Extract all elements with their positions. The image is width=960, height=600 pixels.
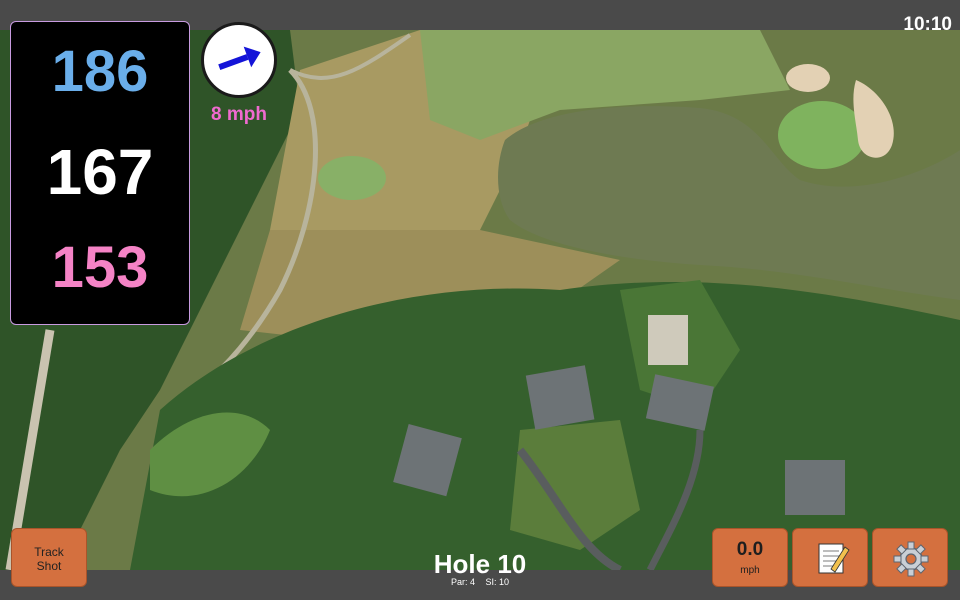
center-yardage: 167	[46, 136, 154, 208]
wind-arrow-icon	[218, 46, 261, 71]
par-label: Par: 4	[450, 577, 475, 587]
notes-button[interactable]	[792, 528, 868, 587]
track-shot-button[interactable]: Track Shot	[11, 528, 87, 587]
settings-button[interactable]	[872, 528, 948, 587]
track-shot-label-2: Shot	[36, 559, 62, 573]
stroke-index-label: SI: 10	[485, 577, 510, 587]
front-yardage: 153	[51, 235, 149, 300]
hole-info: Par: 4 SI: 10	[400, 577, 560, 587]
yardage-panel: 186 167 153	[10, 21, 190, 325]
back-yardage: 186	[51, 39, 149, 104]
gear-icon	[893, 541, 929, 577]
track-shot-label-1: Track	[34, 545, 64, 559]
speed-unit: mph	[740, 565, 760, 576]
notepad-icon	[818, 543, 850, 574]
hole-title: Hole 10	[433, 549, 527, 579]
speed-value: 0.0	[736, 539, 764, 560]
wind-indicator	[201, 22, 277, 98]
speed-button[interactable]: 0.0 mph	[712, 528, 788, 587]
wind-speed: 8 mph	[211, 104, 267, 125]
